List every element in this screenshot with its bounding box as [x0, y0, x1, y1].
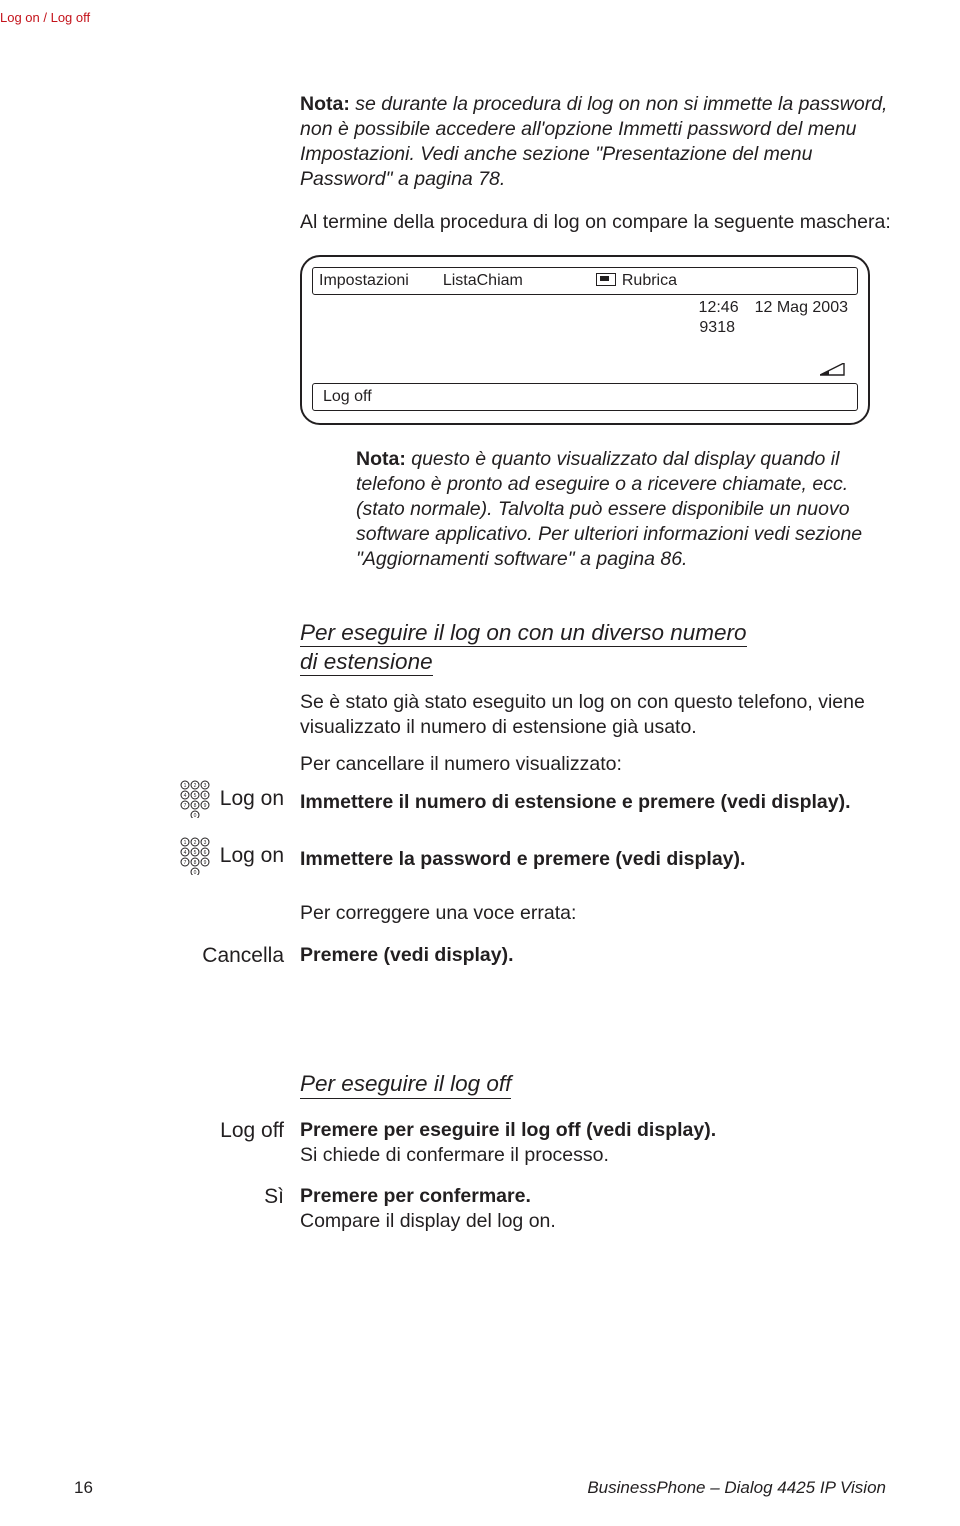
- screen-extension: 9318: [699, 319, 735, 337]
- tab-impostazioni: Impostazioni: [319, 272, 409, 290]
- svg-text:5: 5: [193, 850, 196, 856]
- section-a-title: Per eseguire il log on con un diverso nu…: [300, 618, 892, 677]
- window-icon: [596, 273, 616, 286]
- si-text: Premere per confermare.: [300, 1185, 892, 1208]
- screen-topbar: Impostazioni ListaChiam Rubrica: [312, 267, 858, 295]
- tab-listachiam: ListaChiam: [443, 272, 523, 290]
- left-logoff-label: Log off: [220, 1119, 284, 1143]
- note-2-label: Nota:: [356, 448, 406, 470]
- section-a-p1: Se è stato già stato eseguito un log on …: [300, 690, 892, 740]
- left-cancel-label: Cancella: [202, 944, 284, 968]
- svg-text:4: 4: [183, 850, 186, 856]
- tab-rubrica: Rubrica: [596, 272, 677, 290]
- screen-ext-row: 9318: [312, 319, 858, 337]
- svg-text:7: 7: [183, 860, 186, 866]
- note-2: Nota: questo è quanto visualizzato dal d…: [300, 447, 892, 572]
- correct-text: Per correggere una voce errata:: [300, 901, 892, 926]
- svg-text:6: 6: [203, 793, 206, 799]
- svg-text:6: 6: [203, 850, 206, 856]
- screen-logoff: Log off: [323, 388, 372, 406]
- svg-text:5: 5: [193, 793, 196, 799]
- screen-time: 12:46: [699, 299, 739, 317]
- note-1-text: se durante la procedura di log on non si…: [300, 93, 887, 190]
- logon2-text: Immettere la password e premere (vedi di…: [300, 848, 892, 871]
- left-logon1: 1 2 3 4 5 6 7 8 9 0 Log on: [0, 780, 284, 818]
- footer: 16 BusinessPhone – Dialog 4425 IP Vision: [74, 1478, 886, 1498]
- svg-text:0: 0: [193, 870, 196, 875]
- phone-screen: Impostazioni ListaChiam Rubrica 12:46 12…: [300, 255, 870, 425]
- svg-text:9: 9: [203, 803, 206, 809]
- left-logon1-label: Log on: [220, 787, 284, 811]
- logon1-text: Immettere il numero di estensione e prem…: [300, 791, 892, 814]
- svg-text:8: 8: [193, 860, 196, 866]
- note-1: Nota: se durante la procedura di log on …: [300, 92, 892, 192]
- keypad-icon: 1 2 3 4 5 6 7 8 9 0: [180, 780, 210, 818]
- left-si-label: Sì: [264, 1185, 284, 1209]
- product-name: BusinessPhone – Dialog 4425 IP Vision: [587, 1478, 886, 1498]
- volume-icon: [820, 363, 846, 377]
- logoff-sub: Si chiede di confermare il processo.: [300, 1144, 892, 1167]
- svg-text:1: 1: [183, 840, 186, 846]
- note-2-text: questo è quanto visualizzato dal display…: [356, 448, 862, 570]
- si-sub: Compare il display del log on.: [300, 1210, 892, 1233]
- intro-text: Al termine della procedura di log on com…: [300, 210, 892, 235]
- screen-bottombar: Log off: [312, 383, 858, 411]
- svg-text:7: 7: [183, 803, 186, 809]
- screen-date: 12 Mag 2003: [755, 299, 848, 317]
- svg-text:2: 2: [193, 783, 196, 789]
- left-si: Sì: [0, 1185, 284, 1209]
- svg-text:3: 3: [203, 840, 206, 846]
- page-number: 16: [74, 1478, 93, 1498]
- svg-text:4: 4: [183, 793, 186, 799]
- svg-text:2: 2: [193, 840, 196, 846]
- logoff-text: Premere per eseguire il log off (vedi di…: [300, 1119, 892, 1142]
- svg-text:8: 8: [193, 803, 196, 809]
- left-logoff: Log off: [0, 1119, 284, 1143]
- left-cancel: Cancella: [0, 944, 284, 968]
- main-content: Nota: se durante la procedura di log on …: [300, 92, 892, 1233]
- section-b-title: Per eseguire il log off: [300, 1071, 511, 1099]
- keypad-icon: 1 2 3 4 5 6 7 8 9 0: [180, 837, 210, 875]
- svg-text:9: 9: [203, 860, 206, 866]
- left-logon2: 1 2 3 4 5 6 7 8 9 0 Log on: [0, 837, 284, 875]
- section-a-p2: Per cancellare il numero visualizzato:: [300, 752, 892, 777]
- left-logon2-label: Log on: [220, 844, 284, 868]
- svg-text:0: 0: [193, 813, 196, 818]
- svg-text:3: 3: [203, 783, 206, 789]
- cancel-text: Premere (vedi display).: [300, 944, 892, 967]
- running-header: Log on / Log off: [0, 10, 90, 25]
- note-1-label: Nota:: [300, 93, 350, 115]
- screen-time-row: 12:46 12 Mag 2003: [312, 299, 858, 317]
- svg-text:1: 1: [183, 783, 186, 789]
